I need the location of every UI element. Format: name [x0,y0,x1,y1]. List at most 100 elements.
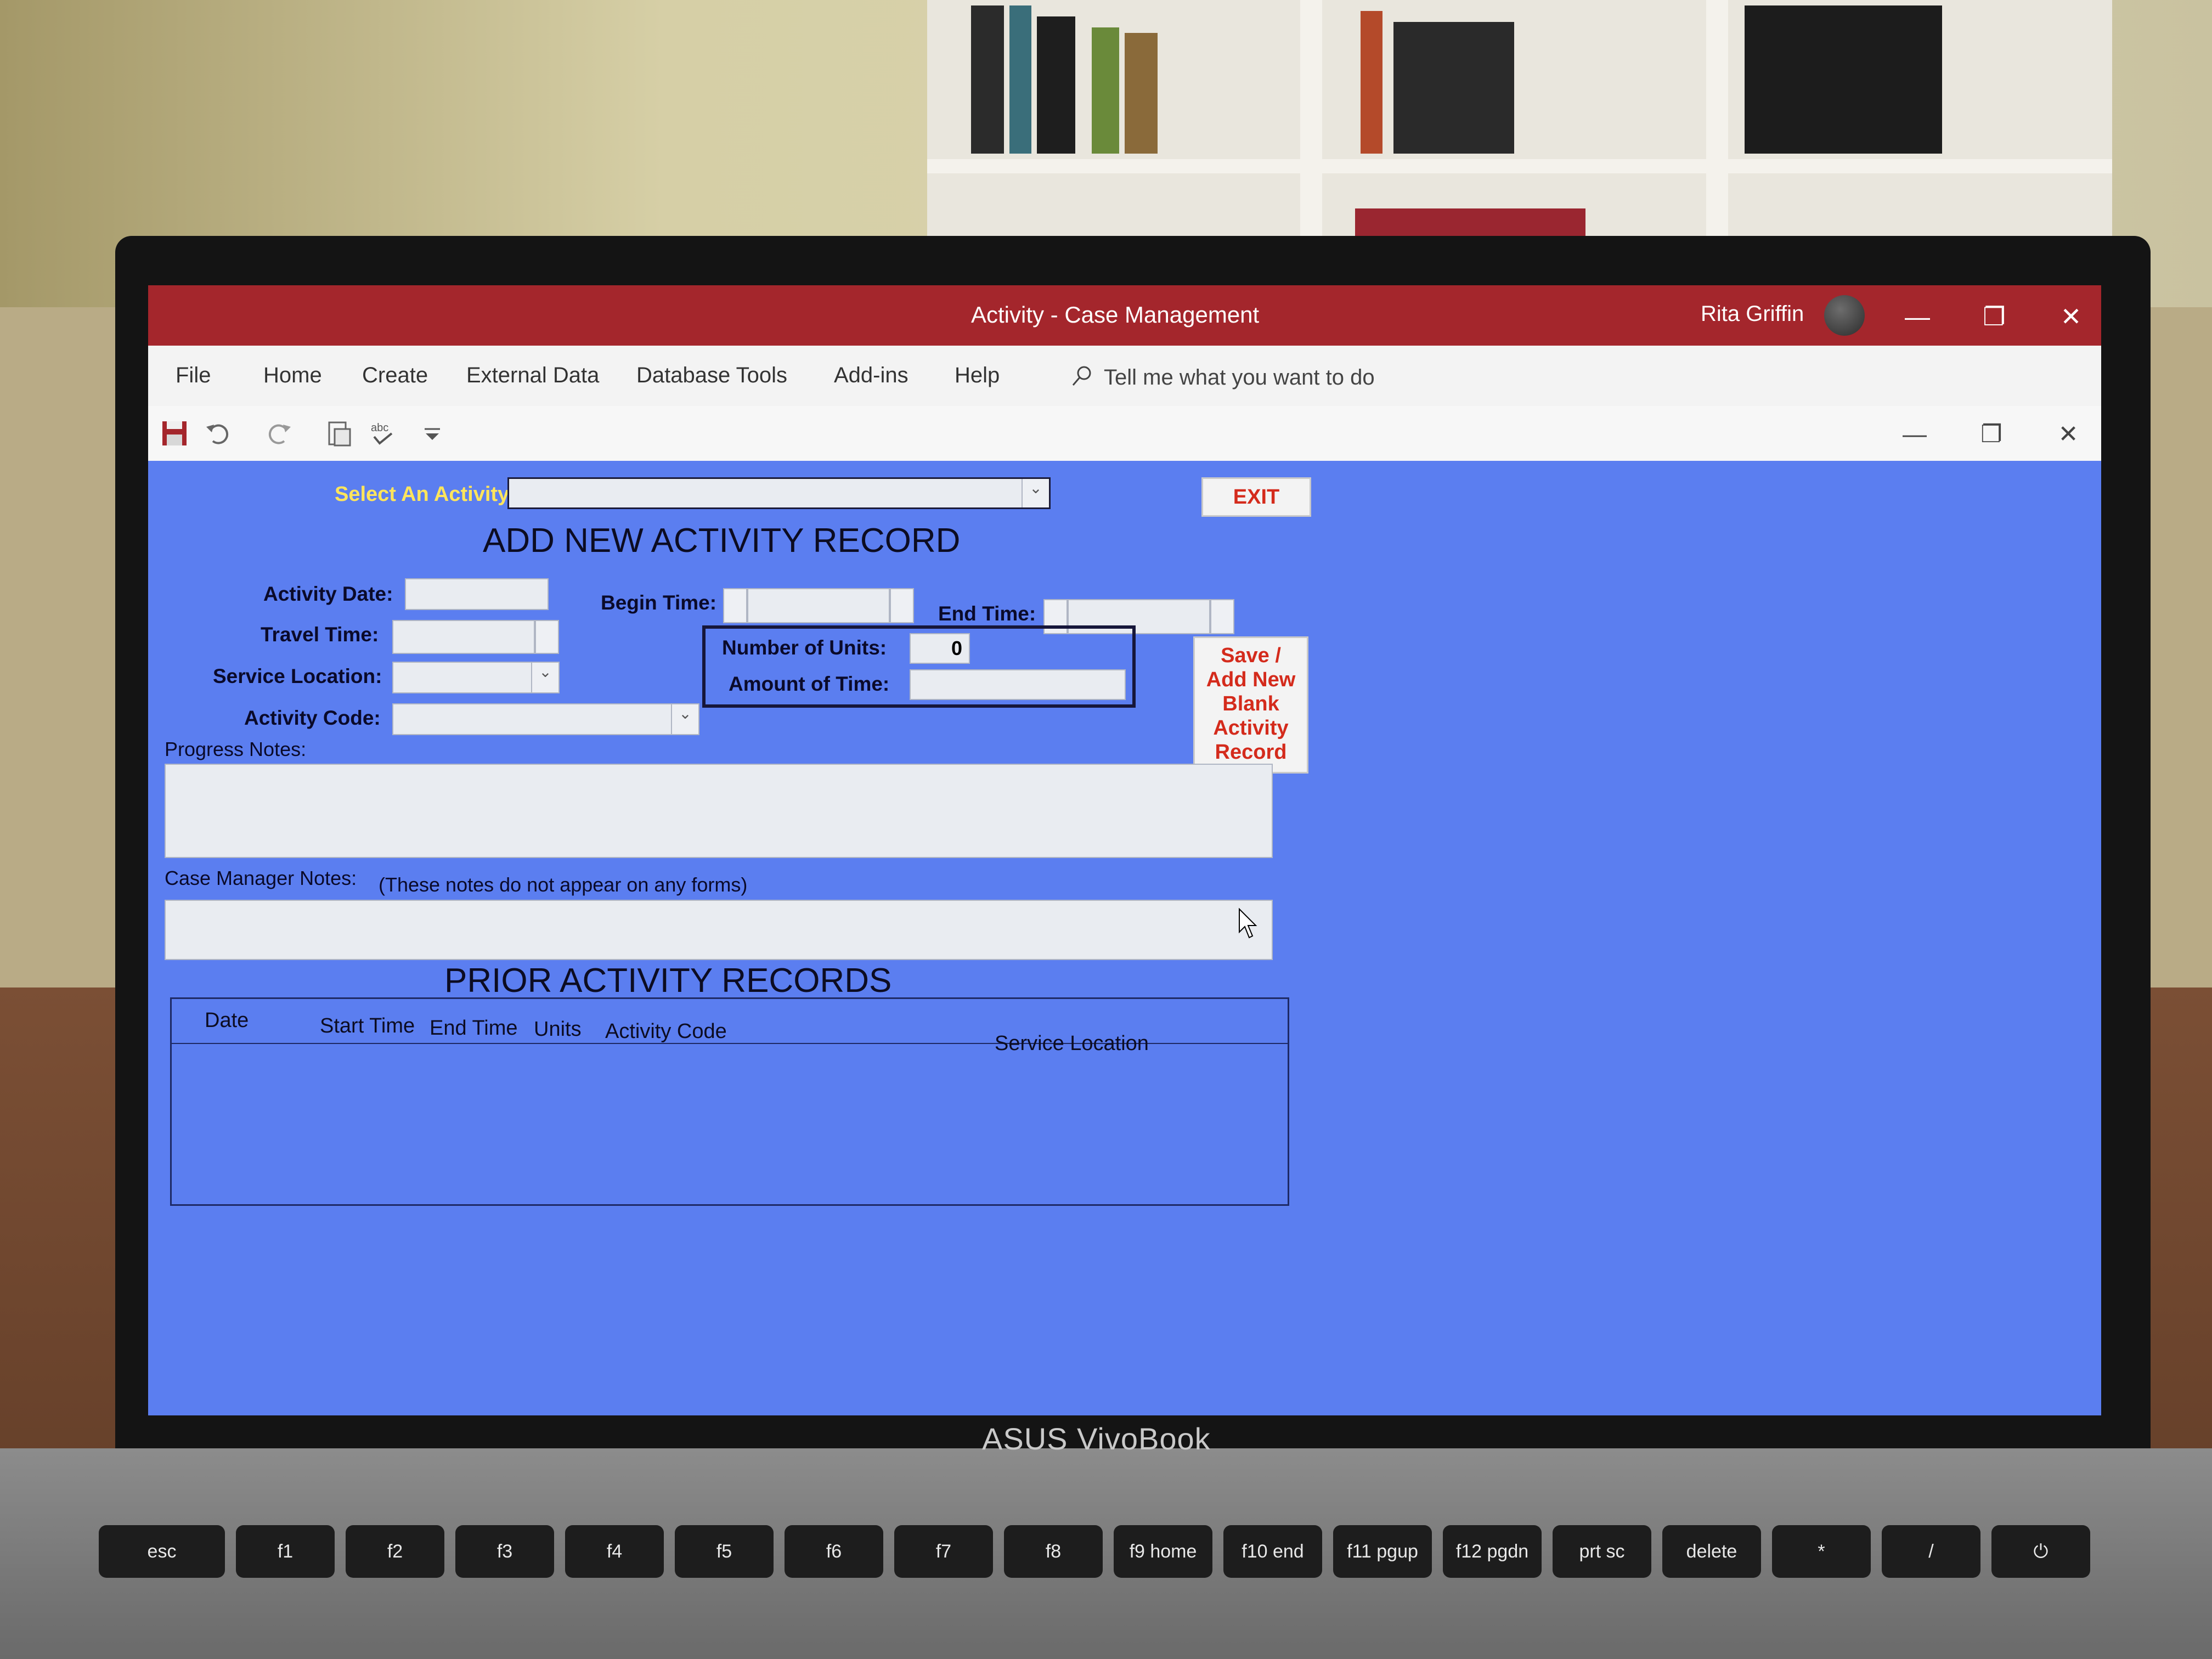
key: * [1772,1525,1871,1578]
begin-time-spinner-left[interactable] [723,588,747,623]
add-new-heading: ADD NEW ACTIVITY RECORD [483,522,961,560]
redo-icon[interactable] [263,418,294,449]
column-header-date: Date [205,1009,249,1032]
menu-database-tools[interactable]: Database Tools [636,363,787,388]
menu-add-ins[interactable]: Add-ins [834,363,909,388]
menu-bar: File Home Create External Data Database … [148,346,2101,407]
book [1393,22,1514,154]
progress-notes-field[interactable] [165,764,1273,858]
key: / [1882,1525,1980,1578]
prior-records-heading: PRIOR ACTIVITY RECORDS [444,962,892,1000]
book [1009,5,1031,154]
svg-text:abc: abc [371,422,388,434]
keyboard: esc f1 f2 f3 f4 f5 f6 f7 f8 f9 home f10 … [55,1525,2172,1657]
prior-records-grid: Date Start Time End Time Units Activity … [170,997,1289,1206]
title-bar: Activity - Case Management Rita Griffin … [148,285,2101,346]
service-location-dropdown[interactable]: ⌄ [392,662,560,693]
spelling-icon[interactable]: abc [368,418,398,449]
key: f10 end [1223,1525,1322,1578]
book [1361,11,1383,154]
amount-of-time-label: Amount of Time: [729,673,890,695]
key: f5 [675,1525,774,1578]
mouse-cursor-icon [1239,908,1257,939]
chevron-down-icon[interactable]: ⌄ [671,704,698,734]
units-box: Number of Units: 0 Amount of Time: [702,625,1136,708]
screen: Activity - Case Management Rita Griffin … [148,285,2101,1415]
book [1125,33,1158,154]
book [1092,27,1119,154]
customize-icon[interactable] [417,418,448,449]
key: f8 [1004,1525,1103,1578]
menu-external-data[interactable]: External Data [466,363,599,388]
begin-time-label: Begin Time: [601,591,717,614]
book [1745,5,1942,154]
window-title: Activity - Case Management [971,302,1260,328]
laptop-brand: ASUS VivoBook [982,1421,1211,1456]
avatar[interactable] [1824,295,1865,336]
doc-close-button[interactable]: ✕ [2052,418,2085,451]
key: f11 pgup [1333,1525,1432,1578]
key: esc [99,1525,225,1578]
column-header-start-time: Start Time [320,1014,415,1037]
menu-home[interactable]: Home [263,363,322,388]
save-add-new-button[interactable]: Save / Add New Blank Activity Record [1193,636,1308,774]
chevron-down-icon[interactable]: ⌄ [531,663,558,692]
key: f3 [455,1525,554,1578]
case-manager-notes-hint: (These notes do not appear on any forms) [379,873,748,896]
key: f7 [894,1525,993,1578]
select-activity-label: Select An Activity [335,483,510,506]
key: f9 home [1114,1525,1212,1578]
undo-icon[interactable] [203,418,234,449]
key: f4 [565,1525,664,1578]
search-icon[interactable] [1070,364,1094,388]
paste-icon[interactable] [324,418,354,449]
travel-time-field[interactable] [392,620,535,654]
activity-date-field[interactable] [405,578,549,610]
chevron-down-icon[interactable]: ⌄ [1022,479,1049,507]
activity-code-dropdown[interactable]: ⌄ [392,703,699,735]
menu-file[interactable]: File [176,363,211,388]
close-button[interactable]: ✕ [2052,297,2090,336]
exit-button[interactable]: EXIT [1201,477,1311,517]
menu-help[interactable]: Help [955,363,1000,388]
begin-time-spinner-right[interactable] [890,588,914,623]
amount-of-time-field[interactable] [910,669,1126,700]
tell-me-search[interactable]: Tell me what you want to do [1104,365,1375,390]
end-time-spinner-right[interactable] [1210,599,1234,634]
column-header-activity-code: Activity Code [605,1020,727,1043]
travel-time-label: Travel Time: [261,623,379,646]
doc-minimize-button[interactable]: — [1898,418,1931,451]
activity-date-label: Activity Date: [263,583,393,605]
case-manager-notes-field[interactable] [165,900,1273,960]
column-header-service-location: Service Location [995,1032,1149,1055]
key: delete [1662,1525,1761,1578]
key: f6 [785,1525,883,1578]
menu-create[interactable]: Create [362,363,428,388]
key: f12 pgdn [1443,1525,1542,1578]
restore-button[interactable]: ❐ [1975,297,2013,336]
user-name[interactable]: Rita Griffin [1701,302,1804,326]
shelf-board [927,159,2112,173]
column-header-units: Units [534,1018,582,1041]
units-label: Number of Units: [722,636,887,659]
save-icon[interactable] [159,418,190,449]
book [971,5,1004,154]
progress-notes-label: Progress Notes: [165,738,307,760]
key: prt sc [1553,1525,1651,1578]
key: f2 [346,1525,444,1578]
key: f1 [236,1525,335,1578]
end-time-label: End Time: [938,602,1036,625]
select-activity-dropdown[interactable]: ⌄ [507,477,1051,509]
travel-time-spinner[interactable] [535,620,559,654]
activity-form: Select An Activity ⌄ EXIT ADD NEW ACTIVI… [148,461,2101,1415]
activity-code-label: Activity Code: [244,707,381,729]
case-manager-notes-label: Case Manager Notes: [165,867,357,889]
begin-time-field[interactable] [747,588,890,623]
service-location-label: Service Location: [213,665,382,687]
book [1037,16,1075,154]
doc-restore-button[interactable]: ❐ [1975,418,2008,451]
column-header-end-time: End Time [430,1017,518,1040]
units-field[interactable]: 0 [910,633,970,664]
minimize-button[interactable]: — [1898,297,1937,336]
quick-access-toolbar: abc — ❐ ✕ [148,406,2101,461]
